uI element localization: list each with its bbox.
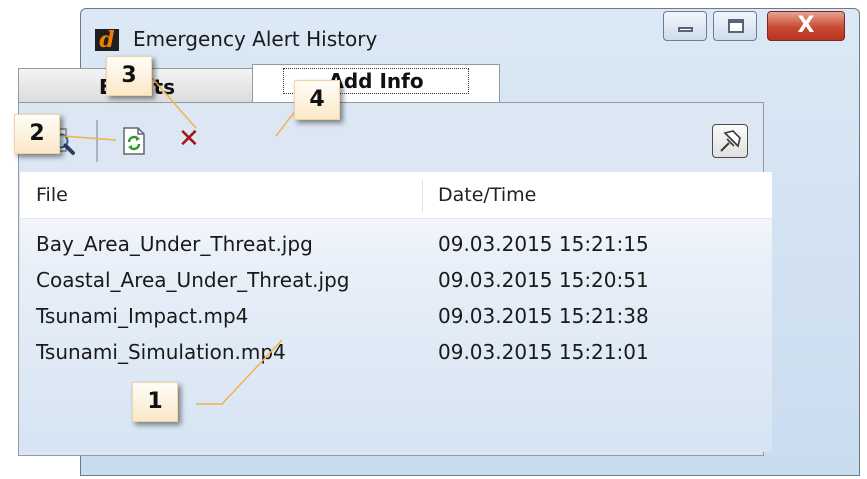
callout-line-4 (275, 109, 297, 137)
callout-line-3 (151, 77, 197, 129)
callout-2: 2 (14, 114, 60, 154)
callout-line-2 (61, 135, 117, 141)
callout-line-1 (196, 339, 283, 405)
callout-3: 3 (106, 56, 152, 96)
callout-1: 1 (132, 382, 178, 422)
callout-4: 4 (294, 80, 340, 120)
